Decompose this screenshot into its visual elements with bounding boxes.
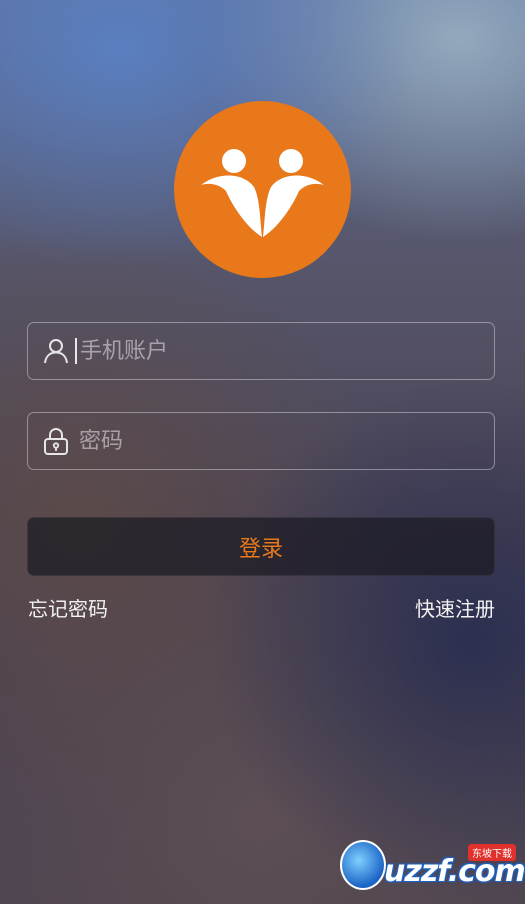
- forgot-password-link[interactable]: 忘记密码: [28, 593, 108, 622]
- lock-icon: [41, 426, 71, 456]
- login-button[interactable]: 登录: [27, 517, 495, 576]
- password-field[interactable]: [27, 412, 495, 470]
- login-screen: 登录 忘记密码 快速注册 东坡下载 uzzf.com: [0, 0, 525, 904]
- watermark-badge-icon: [340, 840, 386, 890]
- quick-register-link[interactable]: 快速注册: [415, 593, 495, 622]
- people-logo-icon: [201, 149, 324, 237]
- watermark-logo: 东坡下载 uzzf.com: [340, 838, 525, 896]
- user-icon: [41, 336, 71, 366]
- watermark-brand: uzzf.com: [384, 854, 525, 889]
- account-input[interactable]: [77, 323, 494, 379]
- account-field[interactable]: [27, 322, 495, 380]
- app-logo: [174, 101, 351, 278]
- password-input[interactable]: [71, 413, 494, 469]
